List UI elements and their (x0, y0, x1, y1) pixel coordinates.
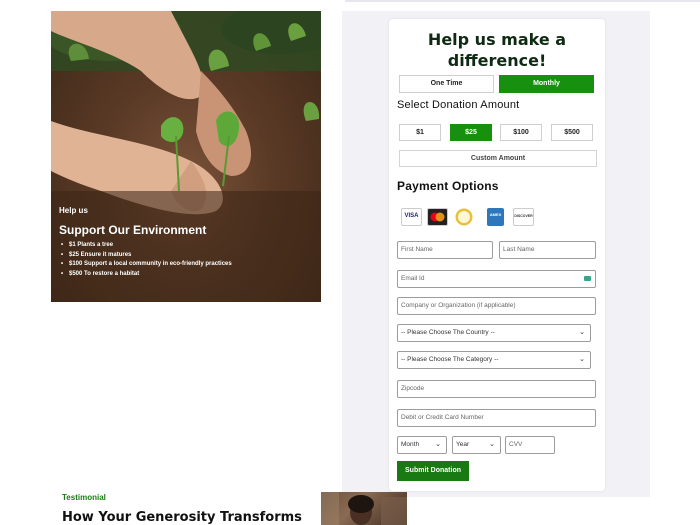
card-number-field[interactable]: Debit or Credit Card Number (397, 409, 596, 427)
first-name-field[interactable]: First Name (397, 241, 493, 259)
authorize-net-icon (454, 208, 474, 226)
visa-icon: VISA (401, 208, 422, 226)
month-select-value: Month (401, 441, 420, 448)
hero-title: Support Our Environment (59, 223, 207, 237)
autofill-icon (584, 276, 591, 281)
benefits-list: $1 Plants a tree $25 Ensure it matures $… (59, 241, 314, 279)
one-time-button[interactable]: One Time (399, 75, 494, 93)
monthly-button[interactable]: Monthly (499, 75, 594, 93)
top-divider (345, 0, 700, 2)
cvv-field[interactable]: CVV (505, 436, 555, 454)
amount-25-button[interactable]: $25 (450, 124, 492, 141)
category-select[interactable]: -- Please Choose The Category -- ⌄ (397, 351, 591, 369)
benefit-item: $100 Support a local community in eco-fr… (59, 260, 314, 270)
year-select-value: Year (456, 441, 470, 448)
form-title: Help us make a difference! (427, 30, 567, 70)
chevron-down-icon: ⌄ (579, 329, 585, 336)
country-select-value: -- Please Choose The Country -- (401, 329, 495, 336)
email-placeholder: Email Id (401, 275, 425, 282)
last-name-field[interactable]: Last Name (499, 241, 596, 259)
custom-amount-button[interactable]: Custom Amount (399, 150, 597, 167)
benefit-item: $1 Plants a tree (59, 241, 314, 251)
category-select-value: -- Please Choose The Category -- (401, 356, 499, 363)
year-select[interactable]: Year ⌄ (452, 436, 501, 454)
country-select[interactable]: -- Please Choose The Country -- ⌄ (397, 324, 591, 342)
amount-100-button[interactable]: $100 (500, 124, 542, 141)
discover-icon: DISCOVER (513, 208, 534, 226)
hero-eyebrow: Help us (59, 206, 88, 215)
hero-image: Help us Support Our Environment $1 Plant… (51, 11, 321, 302)
testimonial-heading: How Your Generosity Transforms (62, 510, 302, 525)
donation-form: Help us make a difference! One Time Mont… (389, 19, 605, 491)
zipcode-field[interactable]: Zipcode (397, 380, 596, 398)
amex-icon: AMEX (487, 208, 504, 226)
benefit-item: $500 To restore a habitat (59, 270, 314, 280)
testimonial-tag: Testimonial (62, 493, 106, 502)
company-field[interactable]: Company or Organization (if applicable) (397, 297, 596, 315)
amount-1-button[interactable]: $1 (399, 124, 441, 141)
amount-500-button[interactable]: $500 (551, 124, 593, 141)
donation-amount-heading: Select Donation Amount (397, 99, 520, 111)
chevron-down-icon: ⌄ (489, 441, 495, 448)
email-field[interactable]: Email Id (397, 270, 596, 288)
testimonial-photo (321, 492, 407, 525)
benefit-item: $25 Ensure it matures (59, 251, 314, 261)
payment-options-heading: Payment Options (397, 179, 499, 193)
chevron-down-icon: ⌄ (435, 441, 441, 448)
month-select[interactable]: Month ⌄ (397, 436, 447, 454)
chevron-down-icon: ⌄ (579, 356, 585, 363)
hero-caption: Help us Support Our Environment $1 Plant… (59, 206, 314, 279)
mastercard-icon (427, 208, 448, 226)
submit-donation-button[interactable]: Submit Donation (397, 461, 469, 481)
